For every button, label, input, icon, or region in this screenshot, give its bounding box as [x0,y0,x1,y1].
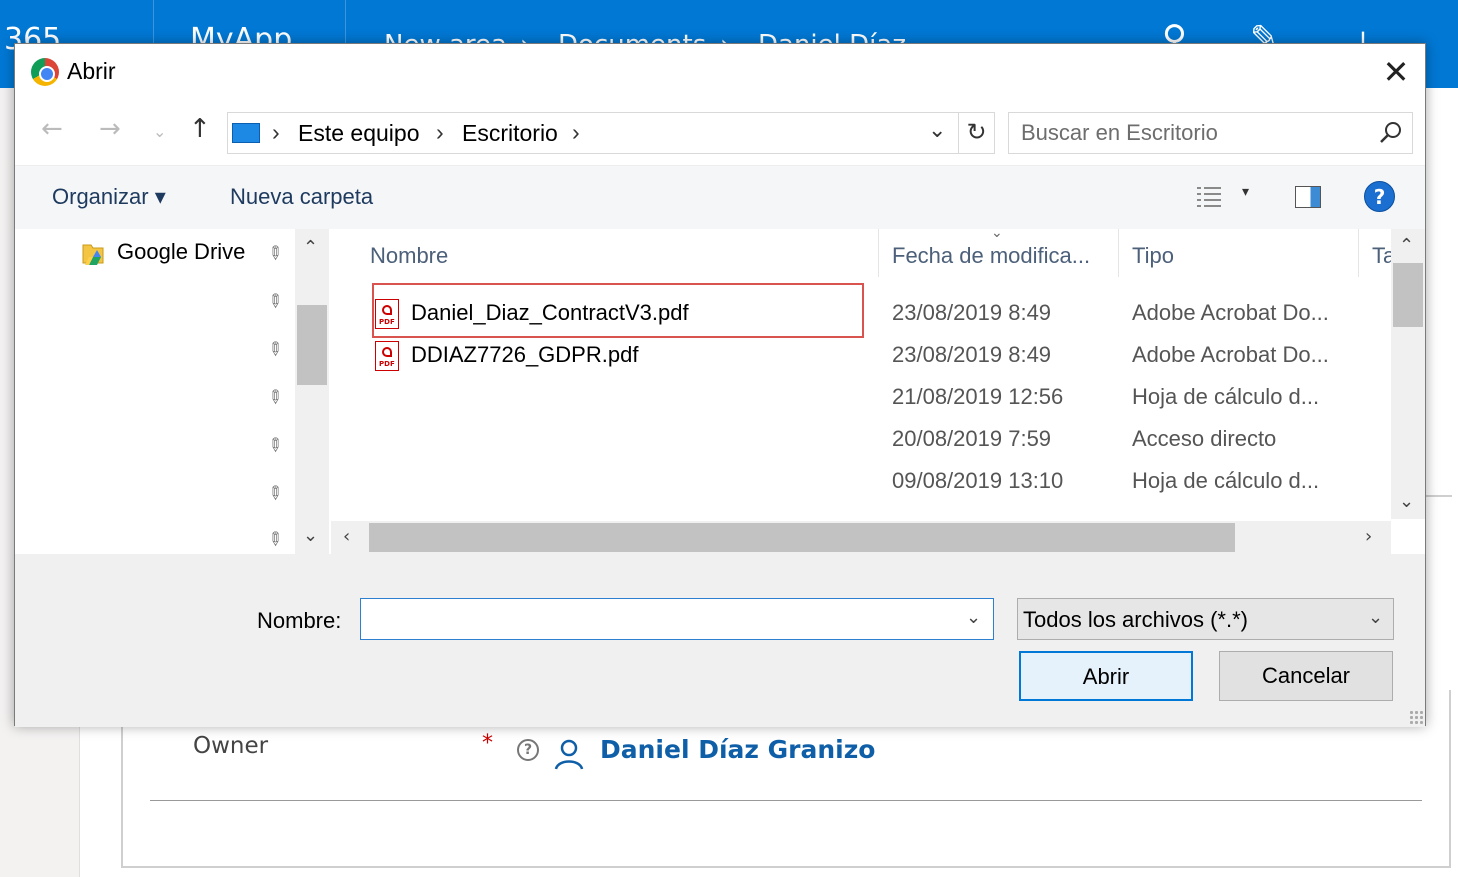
file-date: 09/08/2019 13:10 [892,468,1064,493]
file-row[interactable]: PDF Daniel_Diaz_ContractV3.pdf 23/08/201… [331,297,1391,337]
file-type: Adobe Acrobat Do... [1132,300,1329,325]
address-bar[interactable]: › Este equipo › Escritorio › ⌄ ↻ [227,112,995,154]
file-row[interactable]: 21/08/2019 12:56 Hoja de cálculo d... [331,381,1391,421]
required-marker: * [482,731,493,756]
column-divider[interactable] [878,229,879,277]
forward-icon[interactable]: → [99,114,121,144]
help-icon[interactable]: ? [1364,181,1395,212]
sidebar-item-label: Google Drive [117,239,246,264]
file-type: Hoja de cálculo d... [1132,468,1320,493]
chevron-down-icon[interactable]: ⌄ [1368,607,1383,628]
owner-label: Owner [193,733,269,759]
address-segment-desktop[interactable]: Escritorio [462,120,558,147]
scrollbar-thumb[interactable] [297,305,327,385]
address-segment-this-pc[interactable]: Este equipo [298,120,419,147]
scroll-left-icon[interactable]: ‹ [343,526,350,547]
dialog-footer: Nombre: ⌄ Todos los archivos (*.*) ⌄ Abr… [15,554,1425,727]
scroll-up-icon[interactable]: ⌃ [1399,235,1414,256]
pin-icon[interactable]: ✎ [262,481,288,507]
file-name-input[interactable] [361,599,951,637]
file-name[interactable]: DDIAZ7726_GDPR.pdf [411,342,638,368]
owner-link[interactable]: Daniel Díaz Granizo [600,735,875,764]
help-icon[interactable]: ? [517,739,539,761]
pin-icon[interactable]: ✎ [262,385,288,411]
sidebar-scrollbar[interactable]: ⌃ ⌄ [295,229,329,554]
file-type: Adobe Acrobat Do... [1132,342,1329,367]
file-row[interactable]: 20/08/2019 7:59 Acceso directo [331,423,1391,463]
column-header-type[interactable]: Tipo [1132,243,1174,269]
dialog-title: Abrir [67,58,116,84]
scroll-up-icon[interactable]: ⌃ [303,237,318,258]
scroll-right-icon[interactable]: › [1365,526,1372,547]
scrollbar-thumb[interactable] [1393,263,1423,327]
person-icon [554,739,584,770]
column-header-date[interactable]: Fecha de modifica... [892,243,1090,269]
pdf-icon: PDF [375,299,399,329]
details-view-icon[interactable] [1195,184,1223,210]
up-arrow-icon[interactable]: ↑ [189,114,211,144]
cancel-button[interactable]: Cancelar [1219,651,1393,701]
file-row[interactable]: 09/08/2019 13:10 Hoja de cálculo d... [331,465,1391,505]
file-list-horizontal-scrollbar[interactable]: ‹ › [331,521,1391,554]
file-date: 23/08/2019 8:49 [892,342,1052,367]
recent-locations-chevron-icon[interactable]: ⌄ [153,122,166,141]
organize-menu[interactable]: Organizar ▾ [52,184,166,210]
pin-icon[interactable]: ✎ [262,337,288,363]
command-bar: Organizar ▾ Nueva carpeta ▾ ? [15,165,1425,229]
chrome-icon [31,58,59,86]
file-row[interactable]: PDF DDIAZ7726_GDPR.pdf 23/08/2019 8:49 A… [331,339,1391,379]
file-name-combobox[interactable]: ⌄ [360,598,994,640]
file-date: 21/08/2019 12:56 [892,384,1064,409]
scrollbar-thumb[interactable] [369,523,1235,552]
file-type: Acceso directo [1132,426,1277,451]
file-name-label: Nombre: [257,608,342,633]
this-pc-icon [232,123,260,143]
search-box[interactable] [1008,112,1413,154]
resize-grip-icon[interactable] [1409,710,1423,724]
file-date: 23/08/2019 8:49 [892,300,1052,325]
navigation-pane: Google Drive ✎ ✎ ✎ ✎ ✎ ✎ ✎ ⌃ ⌄ [15,229,329,554]
file-type-filter-value: Todos los archivos (*.*) [1023,607,1248,632]
back-icon[interactable]: ← [41,114,63,144]
refresh-icon[interactable]: ↻ [958,113,994,153]
scroll-down-icon[interactable]: ⌄ [303,525,318,546]
column-divider[interactable] [1118,229,1119,277]
column-header-name[interactable]: Nombre [370,243,448,269]
chevron-down-icon[interactable]: ⌄ [928,117,946,143]
file-type-filter[interactable]: Todos los archivos (*.*) ⌄ [1017,598,1394,640]
pin-icon[interactable]: ✎ [262,241,288,267]
file-date: 20/08/2019 7:59 [892,426,1052,451]
new-folder-button[interactable]: Nueva carpeta [230,184,373,210]
pin-icon[interactable]: ✎ [262,527,288,553]
file-type: Hoja de cálculo d... [1132,384,1320,409]
sort-indicator-icon: ⌄ [991,225,1003,241]
view-options-caret-icon[interactable]: ▾ [1242,184,1249,200]
close-button[interactable]: ✕ [1377,52,1415,92]
file-list-vertical-scrollbar[interactable]: ⌃ ⌄ [1391,229,1425,519]
google-drive-icon [82,244,104,265]
navigation-row: ← → ⌄ ↑ › Este equipo › Escritorio › ⌄ ↻ [15,100,1425,165]
search-icon[interactable] [1377,119,1405,147]
file-list: ⌄ Nombre Fecha de modifica... Tipo Ta PD… [331,225,1425,554]
search-input[interactable] [1009,113,1369,153]
dialog-title-bar[interactable]: Abrir ✕ [15,44,1425,100]
scroll-down-icon[interactable]: ⌄ [1399,491,1414,512]
chevron-down-icon[interactable]: ⌄ [966,607,981,628]
pin-icon[interactable]: ✎ [262,433,288,459]
file-name[interactable]: Daniel_Diaz_ContractV3.pdf [411,300,689,326]
chevron-right-icon[interactable]: › [572,119,580,146]
pdf-icon: PDF [375,341,399,371]
column-divider[interactable] [1358,229,1359,277]
app-side-panel-edge [1424,495,1452,695]
chevron-right-icon[interactable]: › [436,119,444,146]
divider [150,800,1422,801]
open-file-dialog: Abrir ✕ ← → ⌄ ↑ › Este equipo › Escritor… [14,43,1426,727]
open-button[interactable]: Abrir [1019,651,1193,701]
chevron-right-icon[interactable]: › [272,119,280,146]
preview-pane-icon[interactable] [1295,186,1321,208]
pin-icon[interactable]: ✎ [262,289,288,315]
